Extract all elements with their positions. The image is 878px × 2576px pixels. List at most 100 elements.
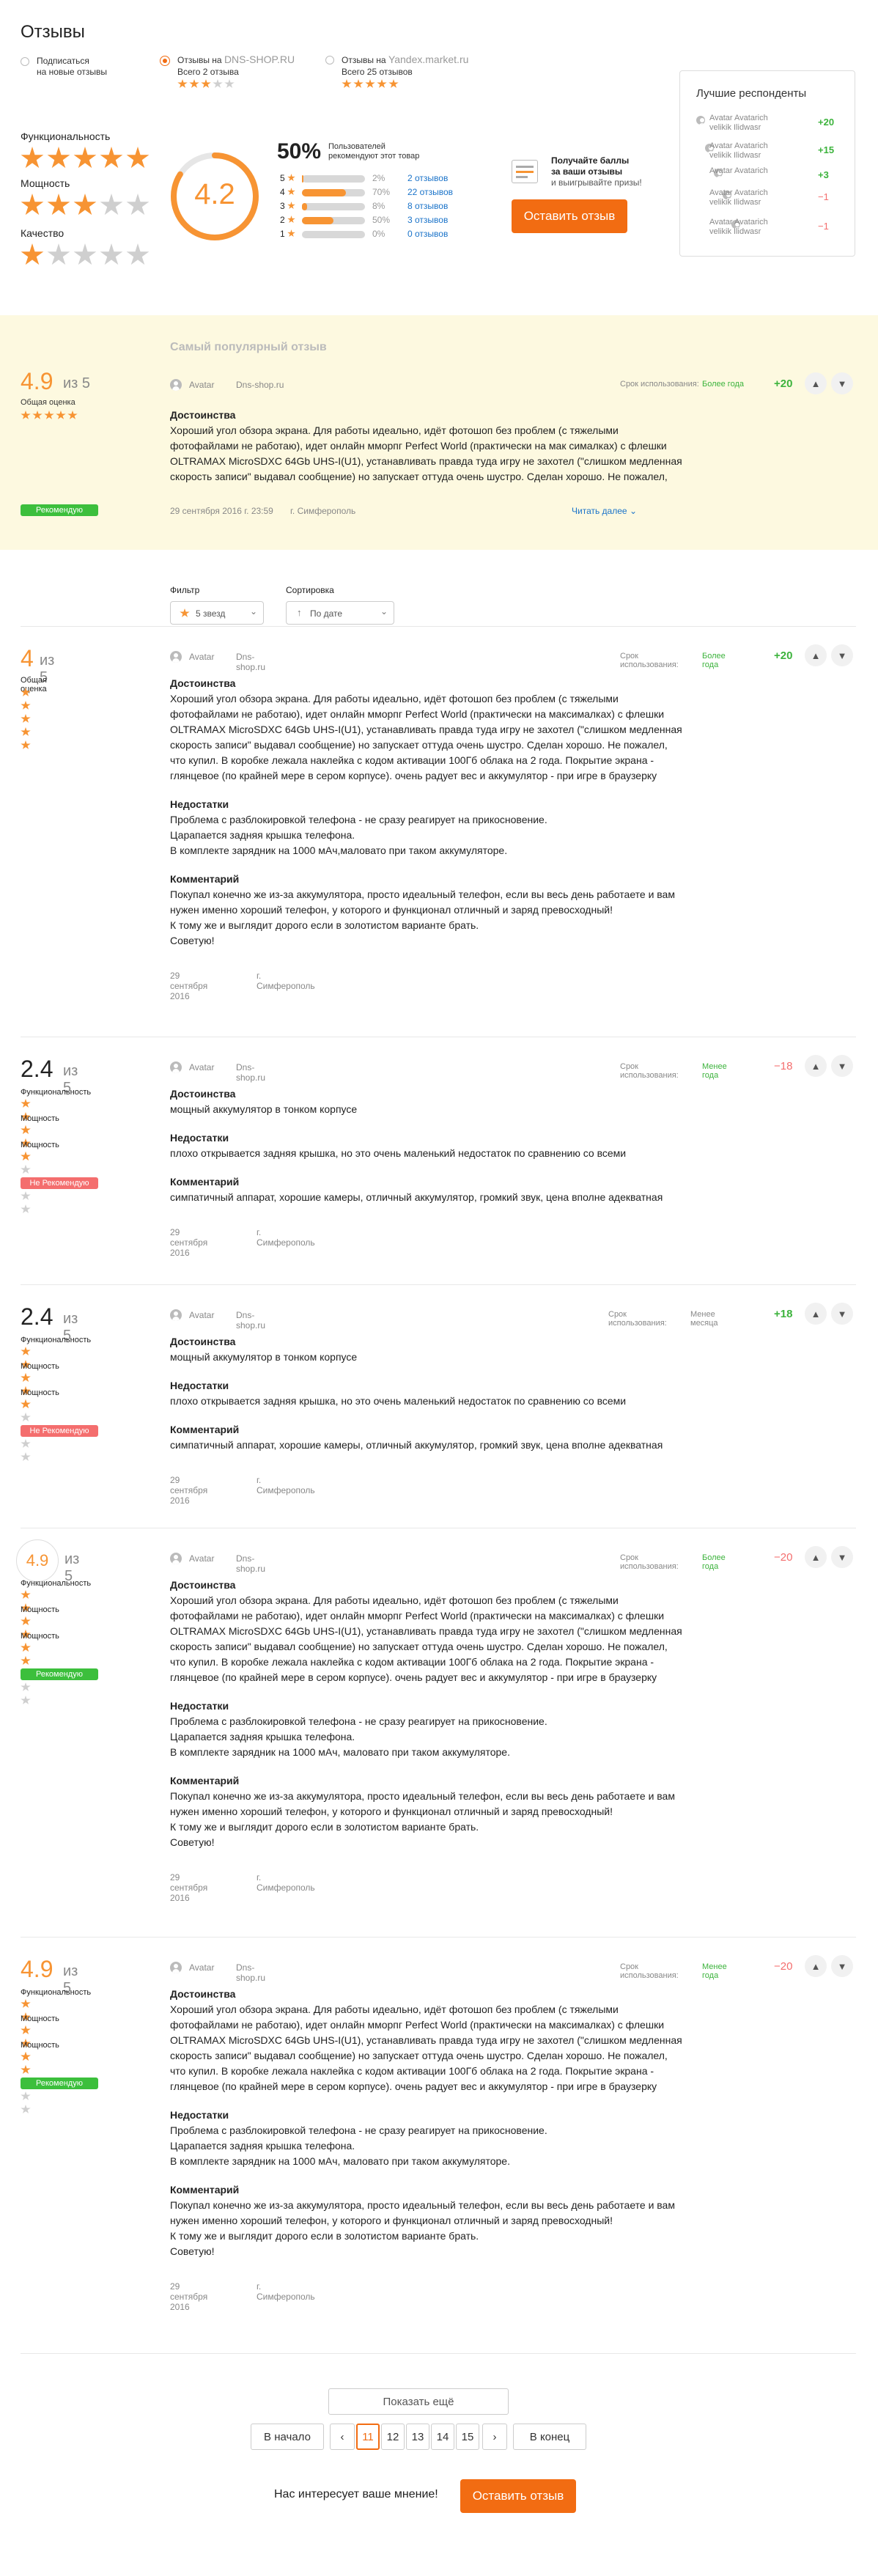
- thumb-up-icon[interactable]: ▲: [805, 644, 827, 666]
- show-more-button[interactable]: Показать ещё: [328, 2388, 509, 2415]
- sort-select[interactable]: ↑ По дате ⌄: [286, 601, 394, 625]
- subscribe-option[interactable]: Подписаться на новые отзывы: [21, 56, 138, 81]
- dist-link[interactable]: 0 отзывов: [407, 229, 448, 239]
- bottom-leave-review-button[interactable]: Оставить отзыв: [460, 2479, 576, 2513]
- popular-label: Самый популярный отзыв: [170, 341, 327, 353]
- thumb-down-icon[interactable]: ▼: [831, 644, 853, 666]
- review-criterion-label: Мощность: [21, 2014, 59, 2023]
- review-author[interactable]: Avatar: [189, 652, 214, 662]
- filter-value: 5 звезд: [196, 608, 226, 619]
- page-number-button[interactable]: 14: [431, 2424, 454, 2450]
- thumb-down-icon[interactable]: ▼: [831, 1055, 853, 1077]
- review-text-line: Хороший угол обзора экрана. Для работы и…: [170, 693, 619, 704]
- first-page-button[interactable]: В начало: [251, 2424, 324, 2450]
- read-more-link[interactable]: Читать далее ⌄: [572, 506, 637, 516]
- avatar-icon: [170, 1309, 182, 1321]
- recommend-text-2: рекомендуют этот товар: [328, 152, 420, 161]
- thumb-up-icon[interactable]: ▲: [805, 372, 827, 394]
- thumb-down-icon[interactable]: ▼: [831, 372, 853, 394]
- dist-row-num: 2: [280, 215, 285, 225]
- source-dns[interactable]: Отзывы на DNS-SHOP.RU Всего 2 отзыва: [160, 54, 306, 98]
- next-page-button[interactable]: ›: [482, 2424, 507, 2450]
- respondent-name[interactable]: Avatar Avatarich velikik Ilidwasr: [709, 114, 768, 133]
- review-city: г. Симферополь: [257, 971, 315, 991]
- thumb-down-icon[interactable]: ▼: [831, 1303, 853, 1325]
- source-yandex-name: Yandex.market.ru: [388, 54, 469, 65]
- review-text-line: Царапается задняя крышка телефона.: [170, 1731, 355, 1743]
- dist-link[interactable]: 2 отзывов: [407, 173, 448, 183]
- respondent-name[interactable]: Avatar Avatarich: [709, 166, 768, 176]
- star-icon: [21, 2025, 31, 2034]
- review-text-line: Царапается задняя крышка телефона.: [170, 829, 355, 841]
- star-icon: [21, 147, 44, 169]
- review-text-line: глянцевое (по крайней мере в сером корпу…: [170, 2080, 657, 2092]
- review-text-line: Советую!: [170, 2245, 215, 2257]
- review-criterion-label: Мощность: [21, 1632, 59, 1641]
- star-icon: [21, 688, 31, 696]
- star-icon: [21, 1643, 31, 1652]
- review-text-line: Покупал конечно же из-за аккумулятора, п…: [170, 888, 675, 900]
- filter-select[interactable]: 5 звезд ⌄: [170, 601, 264, 625]
- review-text-line: скорость записи" выдавал сообщение) но з…: [170, 2050, 668, 2061]
- page-number-button[interactable]: 15: [456, 2424, 479, 2450]
- dist-link[interactable]: 3 отзывов: [407, 215, 448, 225]
- source-dns-total: Всего 2 отзыва: [177, 67, 239, 77]
- review-section-heading: Достоинства: [170, 1088, 236, 1100]
- thumb-up-icon[interactable]: ▲: [805, 1055, 827, 1077]
- thumb-up-icon[interactable]: ▲: [805, 1955, 827, 1977]
- leave-review-button[interactable]: Оставить отзыв: [512, 199, 627, 233]
- page-number-button[interactable]: 13: [406, 2424, 429, 2450]
- star-icon: [377, 79, 387, 88]
- respondent-name[interactable]: Avatar Avatarich velikik Ilidwasr: [709, 141, 768, 161]
- promo-line1: Получайте баллы: [551, 155, 630, 166]
- popular-author[interactable]: Avatar: [189, 380, 214, 390]
- review-date: 29 сентября 2016: [170, 971, 208, 1001]
- sort-label: Сортировка: [286, 585, 334, 595]
- star-icon: [21, 2065, 31, 2074]
- source-yandex-total: Всего 25 отзывов: [342, 67, 413, 77]
- star-icon: [21, 1616, 31, 1625]
- source-yandex[interactable]: Отзывы на Yandex.market.ru Всего 25 отзы…: [325, 54, 487, 98]
- star-icon: [180, 608, 190, 617]
- dist-bar: [302, 231, 365, 238]
- thumb-up-icon[interactable]: ▲: [805, 1546, 827, 1568]
- subscribe-radio[interactable]: [21, 57, 29, 66]
- thumb-down-icon[interactable]: ▼: [831, 1955, 853, 1977]
- review-author[interactable]: Avatar: [189, 1310, 214, 1320]
- popular-date: 29 сентября 2016 г. 23:59: [170, 506, 273, 516]
- source-dns-name: DNS-SHOP.RU: [224, 54, 295, 65]
- star-icon: [100, 147, 123, 169]
- review-author[interactable]: Avatar: [189, 1062, 214, 1072]
- star-icon: [126, 147, 150, 169]
- star-icon: [21, 1347, 31, 1355]
- last-page-button[interactable]: В конец: [513, 2424, 586, 2450]
- thumb-up-icon[interactable]: ▲: [805, 1303, 827, 1325]
- review-votes: +20: [774, 649, 793, 662]
- review-author[interactable]: Avatar: [189, 1553, 214, 1564]
- review-text-line: OLTRAMAX MicroSDXC 64Gb UHS-I(U1), устан…: [170, 2034, 682, 2046]
- review-criterion-label: Мощность: [21, 2041, 59, 2050]
- review-section-heading: Комментарий: [170, 1176, 240, 1188]
- page-number-button[interactable]: 11: [356, 2424, 380, 2450]
- dist-link[interactable]: 22 отзывов: [407, 187, 453, 197]
- review-source: Dns-shop.ru: [236, 1553, 266, 1574]
- star-icon: [21, 2091, 31, 2100]
- review-text-line: мощный аккумулятор в тонком корпусе: [170, 1351, 358, 1363]
- star-icon: [21, 1656, 31, 1665]
- review-author[interactable]: Avatar: [189, 1962, 214, 1973]
- page-number-button[interactable]: 12: [381, 2424, 405, 2450]
- respondent-name[interactable]: Avatar Avatarich velikik Ilidwasr: [709, 218, 768, 237]
- source-yandex-radio[interactable]: [325, 56, 334, 65]
- respondent-name[interactable]: Avatar Avatarich velikik Ilidwasr: [709, 188, 768, 207]
- source-dns-radio[interactable]: [160, 56, 170, 66]
- popular-text-line: фотофайлами не работаю), идет онлайн ммо…: [170, 440, 667, 452]
- thumb-down-icon[interactable]: ▼: [831, 1546, 853, 1568]
- review-section-heading: Комментарий: [170, 1775, 240, 1786]
- dist-link[interactable]: 8 отзывов: [407, 201, 448, 211]
- prev-page-button[interactable]: ‹: [330, 2424, 355, 2450]
- recommend-text-1: Пользователей: [328, 142, 385, 151]
- star-icon: [287, 229, 295, 238]
- popular-heading: Достоинства: [170, 409, 236, 421]
- review-section-heading: Достоинства: [170, 1336, 236, 1347]
- chevron-down-icon: ⌄: [629, 506, 637, 516]
